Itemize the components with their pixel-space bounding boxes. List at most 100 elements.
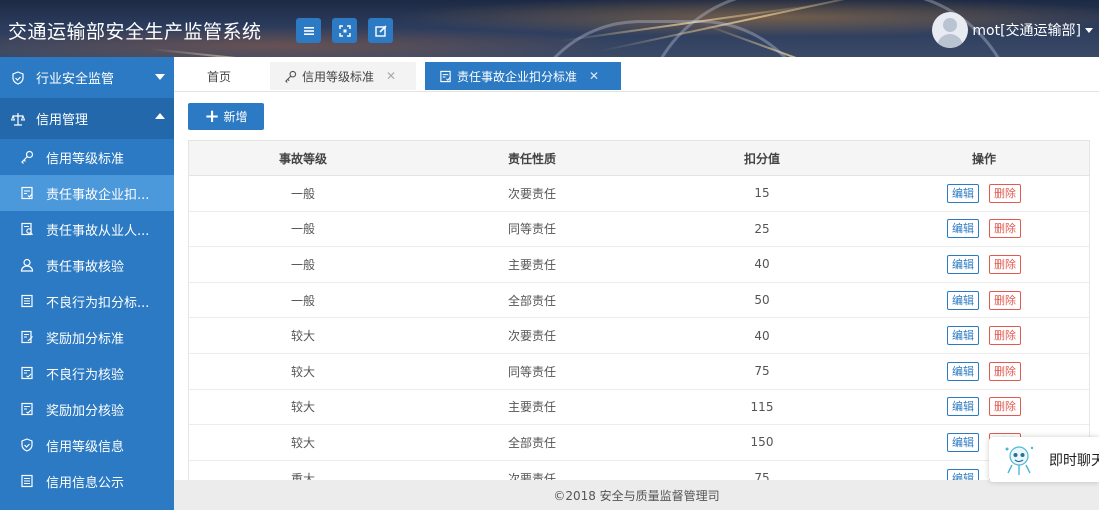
table-row: 一般 同等责任 25 编辑 删除 xyxy=(189,211,1089,248)
tab-label: 首页 xyxy=(206,69,231,84)
edit-button[interactable]: 编辑 xyxy=(947,326,979,346)
sidebar-group-credit[interactable]: 信用管理 xyxy=(0,98,174,139)
column-header: 扣分值 xyxy=(647,140,877,176)
cell-score: 75 xyxy=(647,460,877,480)
tab-accident-company-deduction[interactable]: 责任事故企业扣分标准 ✕ xyxy=(425,62,621,90)
sidebar-item-bad-behavior-standard[interactable]: 不良行为扣分标... xyxy=(0,283,174,319)
tab-credit-level-standard[interactable]: 信用等级标准 ✕ xyxy=(270,62,416,90)
cell-score: 75 xyxy=(647,353,877,390)
edit-button[interactable]: 编辑 xyxy=(947,468,979,480)
sidebar-item-accident-staff-deduction[interactable]: 责任事故从业人... xyxy=(0,211,174,247)
edit-button[interactable]: 编辑 xyxy=(947,432,979,452)
delete-button[interactable]: 删除 xyxy=(989,361,1021,381)
sidebar-item-reward-verification[interactable]: 奖励加分核验 xyxy=(0,391,174,427)
column-header: 操作 xyxy=(877,140,1089,176)
cell-actions: 编辑删除 xyxy=(877,317,1089,354)
cell-nature: 次要责任 xyxy=(417,175,647,212)
edit-button[interactable] xyxy=(368,18,393,43)
fullscreen-button[interactable] xyxy=(332,18,357,43)
chevron-down-icon xyxy=(1085,27,1093,33)
cell-score: 115 xyxy=(647,389,877,426)
table-row: 一般 主要责任 40 编辑 删除 xyxy=(189,246,1089,283)
sidebar-item-bad-behavior-verification[interactable]: 不良行为核验 xyxy=(0,355,174,391)
table-row: 一般 全部责任 50 编辑 删除 xyxy=(189,282,1089,319)
edit-button[interactable]: 编辑 xyxy=(947,254,979,274)
top-header: 交通运输部安全生产监管系统 mot[交通运输部] xyxy=(0,0,1099,57)
sidebar-item-label: 责任事故企业扣... xyxy=(46,187,150,203)
cell-nature: 次要责任 xyxy=(417,317,647,354)
sidebar-item-credit-level-info[interactable]: 信用等级信息 xyxy=(0,427,174,463)
chat-robot-icon xyxy=(1005,445,1034,475)
cell-score: 40 xyxy=(647,246,877,283)
list-icon xyxy=(21,294,33,308)
chevron-up-icon xyxy=(155,113,165,119)
column-header: 事故等级 xyxy=(189,140,417,176)
cell-level: 较大 xyxy=(189,353,417,390)
delete-button[interactable]: 删除 xyxy=(989,397,1021,417)
sidebar: 行业安全监管 信用管理 信用等级标准 责任事故企业扣... 责任事故从业人...… xyxy=(0,57,174,510)
close-icon[interactable]: ✕ xyxy=(589,69,599,83)
sidebar-group-label: 信用管理 xyxy=(36,113,89,128)
key-icon xyxy=(285,70,297,83)
data-table: 事故等级 责任性质 扣分值 操作 一般 次要责任 15 编辑 删除 一般 同等责任 25 编辑删… xyxy=(188,140,1090,480)
menu-toggle-button[interactable] xyxy=(296,18,321,43)
cell-level: 较大 xyxy=(189,317,417,354)
cell-level: 较大 xyxy=(189,424,417,461)
cell-actions: 编辑删除 xyxy=(877,175,1089,212)
cell-nature: 同等责任 xyxy=(417,353,647,390)
sidebar-item-accident-verification[interactable]: 责任事故核验 xyxy=(0,247,174,283)
delete-button[interactable]: 删除 xyxy=(989,254,1021,274)
cell-score: 25 xyxy=(647,211,877,248)
shield-icon xyxy=(12,70,24,85)
table-row: 一般 次要责任 15 编辑 删除 xyxy=(189,175,1089,212)
list-check-icon xyxy=(21,402,33,416)
cell-actions: 编辑删除 xyxy=(877,246,1089,283)
delete-button[interactable]: 删除 xyxy=(989,183,1021,203)
sidebar-group-industry-safety[interactable]: 行业安全监管 xyxy=(0,57,174,98)
user-icon xyxy=(20,258,34,272)
edit-icon xyxy=(374,24,387,37)
cell-level: 一般 xyxy=(189,211,417,248)
edit-button[interactable]: 编辑 xyxy=(947,183,979,203)
table-row: 重大次要责任75编辑删除 xyxy=(189,460,1089,480)
cell-score: 40 xyxy=(647,317,877,354)
delete-button[interactable]: 删除 xyxy=(989,219,1021,239)
app-title: 交通运输部安全生产监管系统 xyxy=(8,21,262,43)
add-button[interactable]: + 新增 xyxy=(188,103,264,130)
cell-nature: 同等责任 xyxy=(417,211,647,248)
cell-level: 一般 xyxy=(189,175,417,212)
sidebar-item-credit-level-standard[interactable]: 信用等级标准 xyxy=(0,139,174,175)
user-name: mot[交通运输部] xyxy=(972,23,1081,39)
edit-button[interactable]: 编辑 xyxy=(947,397,979,417)
chat-label: 即时聊天 xyxy=(1049,452,1099,469)
edit-button[interactable]: 编辑 xyxy=(947,219,979,239)
menu-toggle-icon xyxy=(303,26,314,35)
edit-button[interactable]: 编辑 xyxy=(947,361,979,381)
doc-icon xyxy=(440,70,451,82)
sidebar-item-accident-company-deduction[interactable]: 责任事故企业扣... xyxy=(0,175,174,211)
cell-actions: 编辑删除 xyxy=(877,211,1089,248)
cell-score: 15 xyxy=(647,175,877,212)
sidebar-group-label: 行业安全监管 xyxy=(36,72,115,87)
chevron-down-icon xyxy=(155,74,165,80)
tab-bar: 首页 信用等级标准 ✕ 责任事故企业扣分标准 ✕ xyxy=(174,57,1099,92)
sidebar-item-reward-standard[interactable]: 奖励加分标准 xyxy=(0,319,174,355)
delete-button[interactable]: 删除 xyxy=(989,326,1021,346)
cell-nature: 次要责任 xyxy=(417,460,647,480)
sidebar-item-credit-info-publicity[interactable]: 信用信息公示 xyxy=(0,463,174,499)
tab-home[interactable]: 首页 xyxy=(174,62,264,90)
table-row: 较大 同等责任 75 编辑 删除 xyxy=(189,353,1089,390)
edit-button[interactable]: 编辑 xyxy=(947,290,979,310)
chat-widget[interactable]: 即时聊天 xyxy=(989,437,1099,482)
cell-score: 50 xyxy=(647,282,877,319)
tab-label: 责任事故企业扣分标准 xyxy=(457,69,578,84)
sidebar-item-label: 信用等级标准 xyxy=(46,151,125,167)
cell-nature: 全部责任 xyxy=(417,424,647,461)
cell-nature: 主要责任 xyxy=(417,389,647,426)
scale-icon xyxy=(11,112,25,126)
user-menu[interactable]: mot[交通运输部] xyxy=(932,10,1099,50)
close-icon[interactable]: ✕ xyxy=(386,69,396,83)
delete-button[interactable]: 删除 xyxy=(989,290,1021,310)
add-button-label: 新增 xyxy=(223,110,248,124)
list-check-icon xyxy=(21,366,33,380)
